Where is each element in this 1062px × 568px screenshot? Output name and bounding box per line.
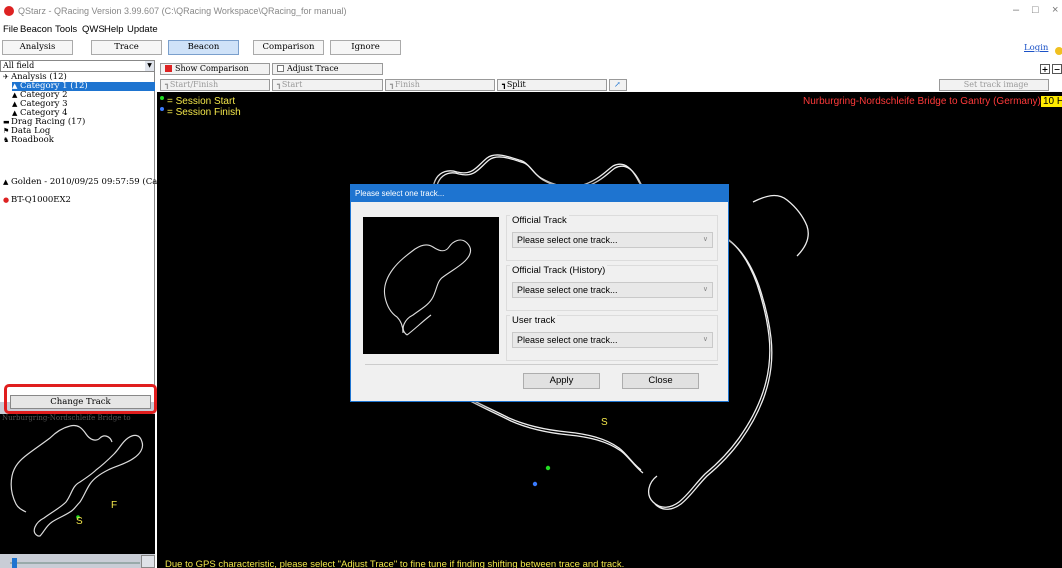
user-track-group: User track Please select one track... ∨ (506, 315, 718, 361)
checkbox-icon (277, 65, 284, 72)
field-filter-select[interactable]: All field ▼ (0, 60, 155, 72)
minimize-icon[interactable]: – (1013, 4, 1019, 16)
menu-qws[interactable]: QWS (82, 24, 105, 35)
mode-toolbar: Analysis Trace Beacon Comparison Ignore (0, 40, 1062, 56)
track-icon: ▲ (12, 100, 18, 108)
login-link[interactable]: Login (1024, 43, 1048, 53)
maximize-icon[interactable]: □ (1032, 4, 1039, 16)
status-message: Due to GPS characteristic, please select… (165, 559, 625, 568)
official-history-select[interactable]: Please select one track... ∨ (512, 282, 713, 298)
track-preview-map (383, 239, 472, 336)
set-track-image-button[interactable]: Set track image (939, 79, 1049, 91)
apply-button[interactable]: Apply (523, 373, 600, 389)
thumb-start-marker: S (76, 516, 83, 527)
track-thumbnail-map (10, 424, 144, 537)
select-track-dialog: Please select one track... Official Trac… (350, 184, 729, 402)
zoom-slider-handle[interactable] (12, 558, 17, 568)
start-finish-button[interactable]: ┓Start/Finish (160, 79, 270, 91)
menu-beacon[interactable]: Beacon (20, 24, 52, 35)
official-history-label: Official Track (History) (510, 265, 608, 276)
show-comparison-toggle[interactable]: Show Comparison (160, 63, 270, 75)
start-button[interactable]: ┓Start (272, 79, 383, 91)
tab-beacon[interactable]: Beacon (168, 40, 239, 55)
zoom-out-icon[interactable]: − (1052, 64, 1062, 74)
finish-button[interactable]: ┓Finish (385, 79, 495, 91)
split-button[interactable]: ┓Split (497, 79, 607, 91)
title-bar: QStarz - QRacing Version 3.99.607 (C:\QR… (0, 0, 1062, 22)
session-tree: ✈ Analysis (12) ▲ Category 1 (12) ▲ Categor… (0, 72, 171, 402)
legend-session-finish: = Session Finish (160, 107, 241, 118)
close-icon[interactable]: × (1052, 4, 1058, 16)
official-track-group: Official Track Please select one track..… (506, 215, 718, 261)
zoom-slider-track[interactable] (10, 562, 140, 564)
chevron-down-icon: ∨ (702, 286, 708, 293)
zoom-in-icon[interactable]: + (1040, 64, 1050, 74)
window-title: QStarz - QRacing Version 3.99.607 (C:\QR… (18, 6, 347, 16)
menu-file[interactable]: File (3, 24, 18, 35)
beacon-subtoolbar: Show Comparison Adjust Trace ┓Start/Fini… (157, 60, 1062, 92)
menu-bar: File Beacon Tools QWS Help Update (0, 22, 1062, 36)
pointer-tool-button[interactable]: ↗ (609, 79, 627, 91)
chevron-down-icon: ∨ (702, 236, 708, 243)
image-icon[interactable] (141, 555, 155, 568)
menu-tools[interactable]: Tools (55, 24, 77, 35)
track-icon: ▲ (12, 82, 18, 90)
field-filter-value: All field (3, 61, 35, 70)
tree-item-device[interactable]: ● BT-Q1000EX2 (3, 196, 71, 205)
menu-update[interactable]: Update (127, 24, 158, 35)
close-button[interactable]: Close (622, 373, 699, 389)
tree-item-roadbook[interactable]: ♞ Roadbook (3, 136, 54, 145)
menu-help[interactable]: Help (104, 24, 124, 35)
legend-session-start: = Session Start (160, 96, 235, 107)
user-track-label: User track (510, 315, 558, 326)
adjust-trace-toggle[interactable]: Adjust Trace (272, 63, 383, 75)
track-preview (363, 217, 499, 354)
track-icon: ▲ (3, 178, 9, 186)
app-logo-icon (4, 6, 14, 16)
finish-dot-icon (160, 107, 164, 111)
official-history-group: Official Track (History) Please select o… (506, 265, 718, 311)
track-icon: ▲ (12, 91, 18, 99)
tab-ignore[interactable]: Ignore (330, 40, 401, 55)
tab-analysis[interactable]: Analysis (2, 40, 73, 55)
tree-item-golden[interactable]: ▲ Golden - 2010/09/25 09:57:59 (Categ (3, 178, 171, 187)
checkbox-icon (165, 65, 172, 72)
folder-icon: ✈ (3, 73, 9, 81)
thumb-finish-marker: F (111, 500, 118, 511)
session-start-marker: S (601, 417, 608, 428)
official-track-select[interactable]: Please select one track... ∨ (512, 232, 713, 248)
device-icon: ● (3, 196, 10, 204)
dialog-title: Please select one track... (351, 185, 728, 202)
change-track-button[interactable]: Change Track (10, 395, 151, 409)
start-dot-icon (160, 96, 164, 100)
chevron-down-icon: ∨ (702, 336, 708, 343)
chevron-down-icon[interactable]: ▼ (145, 61, 154, 71)
official-track-label: Official Track (510, 215, 569, 226)
tab-comparison[interactable]: Comparison (253, 40, 324, 55)
lightbulb-icon (1055, 47, 1062, 55)
dialog-divider (365, 364, 718, 365)
track-name-label: Nurburgring-Nordschleife Bridge to Gantr… (803, 96, 1041, 107)
drag-racing-icon: ▬ (3, 118, 10, 126)
tab-trace[interactable]: Trace (91, 40, 162, 55)
sample-rate-badge: 10 Hz (1041, 96, 1062, 107)
user-track-select[interactable]: Please select one track... ∨ (512, 332, 713, 348)
thumbnail-track-label: Nurburgring-Nordschleife Bridge to (2, 414, 131, 422)
roadbook-icon: ♞ (3, 136, 10, 144)
flag-icon: ⚑ (3, 127, 10, 135)
cursor-icon: ↗ (614, 80, 621, 89)
track-thumbnail: S F (0, 414, 155, 554)
